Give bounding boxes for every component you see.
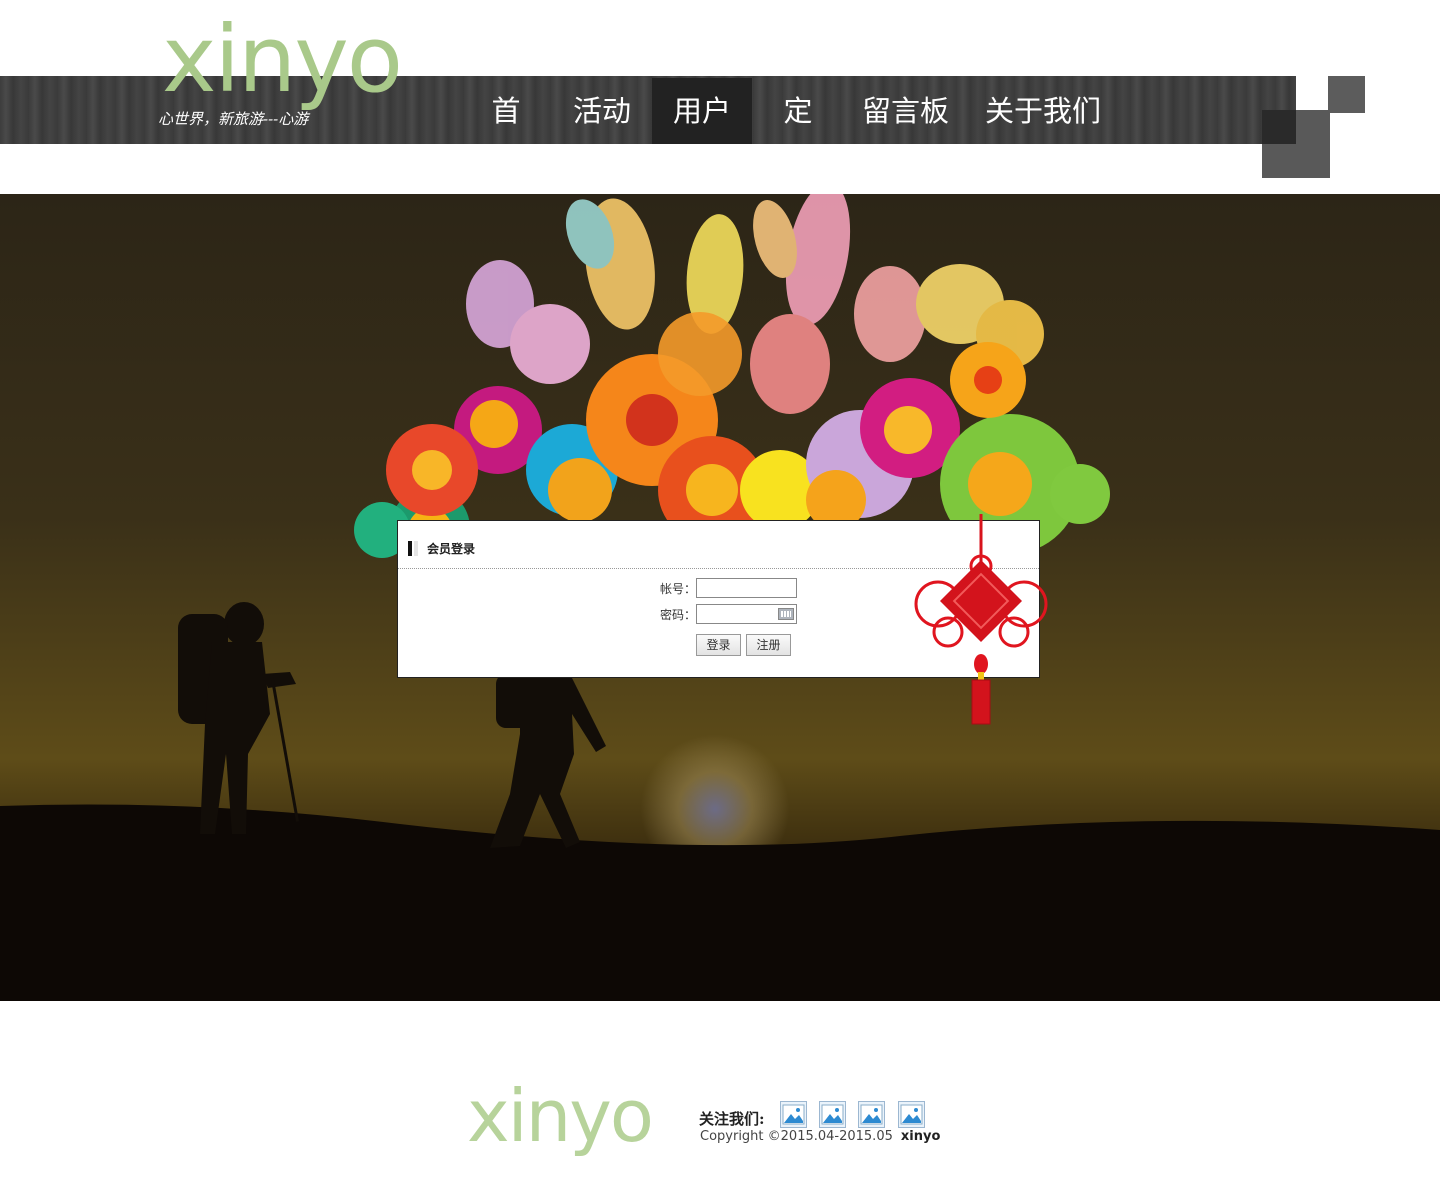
copyright-text: Copyright ©2015.04-2015.05 xinyo	[700, 1129, 940, 1144]
social-link-2[interactable]	[819, 1101, 846, 1128]
nav-item-custom[interactable]: 定制	[752, 78, 844, 194]
social-link-3[interactable]	[858, 1101, 885, 1128]
image-icon	[819, 1101, 846, 1128]
social-link-4[interactable]	[898, 1101, 925, 1128]
login-button[interactable]: 登录	[696, 634, 741, 656]
copyright-brand: xinyo	[900, 1129, 941, 1144]
title-marker	[414, 541, 418, 556]
copyright-years: Copyright ©2015.04-2015.05	[700, 1129, 893, 1144]
password-row: 密码：	[660, 604, 797, 624]
password-label: 密码：	[660, 607, 697, 622]
chinese-knot-icon	[914, 514, 1048, 725]
site-logo[interactable]: xinyo	[162, 14, 403, 106]
footer-logo[interactable]: xinyo	[467, 1080, 654, 1152]
username-input[interactable]	[696, 578, 797, 598]
main-nav: 首页 活动 用户 定制 留言板 关于我们	[460, 78, 1119, 194]
nav-item-guestbook[interactable]: 留言板	[844, 78, 967, 144]
title-marker	[408, 541, 412, 556]
nav-item-about[interactable]: 关于我们	[967, 78, 1119, 144]
username-row: 帐号：	[660, 578, 797, 598]
decor-square	[1262, 110, 1296, 144]
image-icon	[780, 1101, 807, 1128]
nav-item-user[interactable]: 用户	[652, 78, 752, 144]
image-icon	[898, 1101, 925, 1128]
register-button[interactable]: 注册	[746, 634, 791, 656]
password-input[interactable]	[696, 604, 797, 624]
follow-label: 关注我们:	[699, 1110, 765, 1128]
login-title: 会员登录	[427, 542, 476, 556]
username-label: 帐号：	[660, 581, 697, 596]
decor-square	[1328, 76, 1365, 113]
nav-item-activities[interactable]: 活动	[552, 78, 652, 144]
image-icon	[858, 1101, 885, 1128]
site-slogan: 心世界，新旅游---心游	[158, 110, 309, 128]
nav-item-home[interactable]: 首页	[460, 78, 552, 194]
social-link-1[interactable]	[780, 1101, 807, 1128]
keyboard-icon[interactable]	[778, 608, 794, 620]
